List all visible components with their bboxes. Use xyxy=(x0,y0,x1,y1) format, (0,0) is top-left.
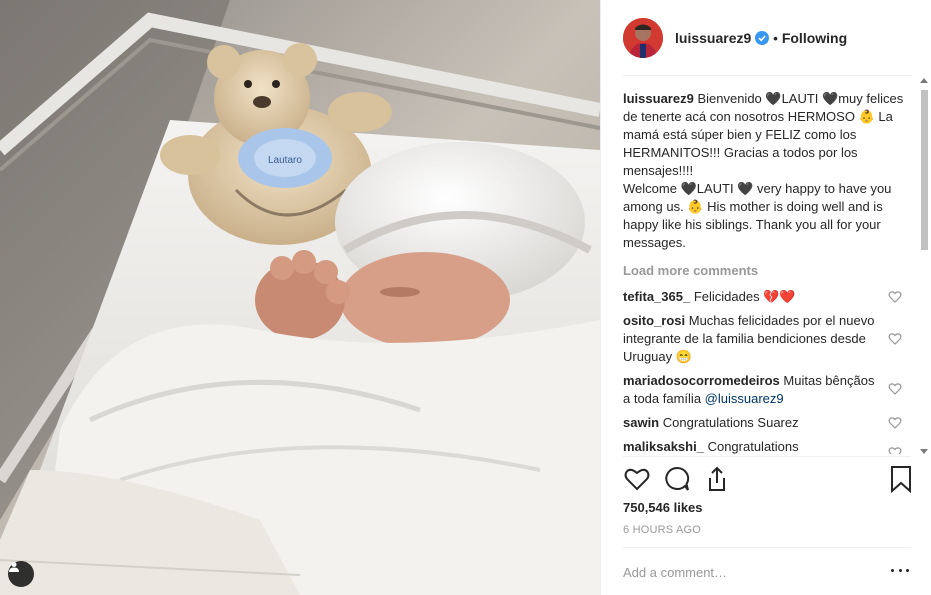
comment-text: Congratulations xyxy=(707,439,799,454)
likes-count[interactable]: 750,546 likes xyxy=(623,500,703,515)
comment-text: Congratulations Suarez xyxy=(662,415,799,430)
load-more-comments-button[interactable]: Load more comments xyxy=(623,262,908,280)
comments-scrollbar[interactable] xyxy=(919,78,929,454)
heart-outline-icon[interactable] xyxy=(623,465,651,493)
post-username[interactable]: luissuarez9 xyxy=(675,30,751,46)
post-side-panel: luissuarez9 • Following luissuarez9 Bien… xyxy=(600,0,931,595)
share-upload-icon[interactable] xyxy=(703,465,731,493)
header-divider xyxy=(623,75,912,76)
caption: luissuarez9 Bienvenido 🖤LAUTI 🖤muy felic… xyxy=(623,90,908,252)
scroll-thumb[interactable] xyxy=(921,90,928,250)
caption-line-english: Welcome 🖤LAUTI 🖤 very happy to have you … xyxy=(623,181,892,250)
comment-row: sawin Congratulations Suarez xyxy=(623,414,908,432)
comments-list[interactable]: luissuarez9 Bienvenido 🖤LAUTI 🖤muy felic… xyxy=(623,90,908,454)
heart-outline-icon[interactable] xyxy=(888,446,902,454)
scroll-down-arrow-icon[interactable] xyxy=(920,449,928,454)
ellipsis-dot xyxy=(891,568,894,572)
post-timestamp: 6 HOURS AGO xyxy=(623,524,701,536)
instagram-post: Lautaro luissuarez9 • Following luissuar… xyxy=(0,0,931,595)
following-button[interactable]: Following xyxy=(782,30,847,46)
ellipsis-icon[interactable] xyxy=(891,562,909,578)
comment-username[interactable]: maliksakshi_ xyxy=(623,439,704,454)
comment-mention[interactable]: @luissuarez9 xyxy=(705,391,784,406)
comment-row: osito_rosi Muchas felicidades por el nue… xyxy=(623,312,908,366)
comment-row: tefita_365_ Felicidades 💔❤️ xyxy=(623,288,908,306)
heart-outline-icon[interactable] xyxy=(888,332,902,346)
comment-row: maliksakshi_ Congratulations xyxy=(623,438,908,454)
avatar[interactable] xyxy=(623,18,663,58)
comment-username[interactable]: tefita_365_ xyxy=(623,289,690,304)
comment-username[interactable]: osito_rosi xyxy=(623,313,685,328)
heart-outline-icon[interactable] xyxy=(888,416,902,430)
scroll-up-arrow-icon[interactable] xyxy=(920,78,928,83)
user-tag-icon[interactable] xyxy=(8,561,34,587)
bookmark-icon[interactable] xyxy=(887,465,915,493)
comment-rows: tefita_365_ Felicidades 💔❤️ osito_rosi M… xyxy=(623,288,908,454)
ellipsis-dot xyxy=(898,568,902,572)
comment-username[interactable]: sawin xyxy=(623,415,659,430)
comment-username[interactable]: mariadosocorromedeiros xyxy=(623,373,780,388)
newborn-photo-illustration: Lautaro xyxy=(0,0,600,595)
post-photo[interactable]: Lautaro xyxy=(0,0,600,595)
add-comment-divider xyxy=(623,547,911,548)
actions-divider xyxy=(623,456,911,457)
heart-outline-icon[interactable] xyxy=(888,290,902,304)
comment-text: Felicidades 💔❤️ xyxy=(693,289,796,304)
verified-badge-icon xyxy=(755,31,770,45)
post-header: luissuarez9 • Following xyxy=(601,0,931,76)
svg-text:Lautaro: Lautaro xyxy=(268,155,302,166)
heart-outline-icon[interactable] xyxy=(888,382,902,396)
ellipsis-dot xyxy=(906,568,909,572)
comment-row: mariadosocorromedeiros Muitas bênçãos a … xyxy=(623,372,908,408)
separator-dot: • xyxy=(773,30,778,46)
add-comment-input[interactable] xyxy=(623,562,873,582)
caption-username[interactable]: luissuarez9 xyxy=(623,91,694,106)
speech-bubble-icon[interactable] xyxy=(663,465,691,493)
action-bar xyxy=(623,465,915,495)
caption-text: luissuarez9 Bienvenido 🖤LAUTI 🖤muy felic… xyxy=(623,90,908,180)
